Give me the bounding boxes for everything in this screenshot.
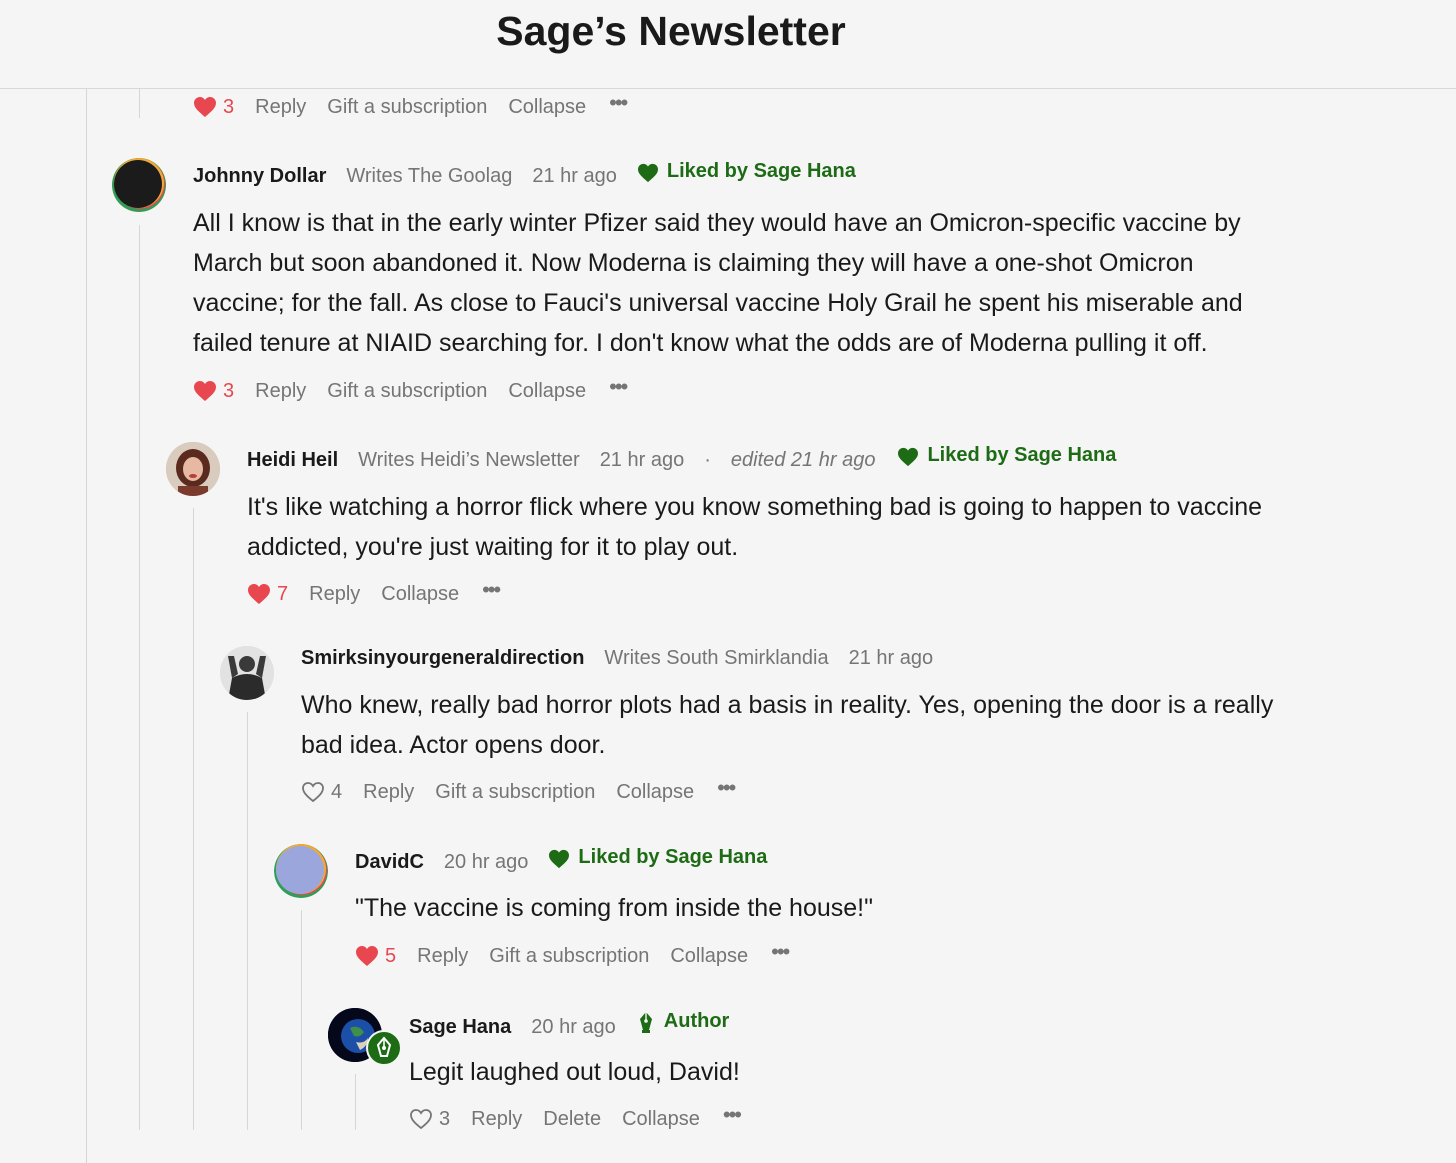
- liked-by-label: Liked by Sage Hana: [927, 444, 1117, 466]
- comment-time[interactable]: 20 hr ago: [531, 1016, 616, 1039]
- thread-line[interactable]: [86, 89, 87, 1163]
- liked-by-author-badge: Liked by Sage Hana: [548, 846, 767, 869]
- more-options-icon[interactable]: •••: [771, 941, 790, 963]
- comment-actions: 7 Reply Collapse •••: [247, 579, 501, 609]
- author-badge-label: Author: [663, 1009, 730, 1032]
- fountain-pen-icon: [639, 1012, 652, 1033]
- author-publication[interactable]: Writes The Goolag: [346, 165, 512, 188]
- like-count: 4: [331, 780, 343, 803]
- heart-filled-icon[interactable]: [355, 945, 379, 967]
- reply-button[interactable]: Reply: [255, 96, 306, 119]
- author-publication[interactable]: Writes Heidi’s Newsletter: [358, 449, 580, 472]
- like-count: 3: [223, 379, 235, 402]
- heart-green-icon: [898, 447, 919, 466]
- comment-meta: Sage Hana 20 hr ago Author: [409, 1009, 729, 1039]
- collapse-button[interactable]: Collapse: [508, 96, 586, 119]
- comment-actions: 3 Reply Delete Collapse •••: [409, 1104, 742, 1134]
- like-count: 7: [277, 582, 289, 605]
- more-options-icon[interactable]: •••: [609, 376, 628, 398]
- like-count: 3: [223, 95, 235, 118]
- liked-by-label: Liked by Sage Hana: [578, 846, 768, 868]
- author-name[interactable]: Sage Hana: [409, 1016, 511, 1039]
- collapse-button[interactable]: Collapse: [670, 945, 748, 968]
- comment-meta: Johnny Dollar Writes The Goolag 21 hr ag…: [193, 160, 856, 190]
- author-pen-badge: [366, 1030, 402, 1066]
- author-publication[interactable]: Writes South Smirklandia: [604, 647, 828, 670]
- more-options-icon[interactable]: •••: [723, 1104, 742, 1126]
- liked-by-author-badge: Liked by Sage Hana: [897, 444, 1116, 467]
- heart-filled-icon[interactable]: [193, 380, 217, 402]
- more-options-icon[interactable]: •••: [609, 92, 628, 114]
- comment-time[interactable]: 21 hr ago: [600, 449, 685, 472]
- like-count: 3: [439, 1107, 451, 1130]
- gift-subscription-button[interactable]: Gift a subscription: [327, 380, 487, 403]
- heart-outline-icon[interactable]: [301, 781, 325, 803]
- collapse-button[interactable]: Collapse: [616, 781, 694, 804]
- author-name[interactable]: Smirksinyourgeneraldirection: [301, 647, 584, 670]
- avatar[interactable]: [220, 646, 274, 700]
- author-badge: Author: [636, 1009, 730, 1033]
- comment-meta: Heidi Heil Writes Heidi’s Newsletter 21 …: [247, 444, 1116, 474]
- fountain-pen-icon: [376, 1036, 392, 1057]
- liked-by-label: Liked by Sage Hana: [666, 160, 856, 182]
- more-options-icon[interactable]: •••: [717, 777, 736, 799]
- thread-line[interactable]: [139, 89, 140, 118]
- comment-time[interactable]: 20 hr ago: [444, 851, 529, 874]
- gift-subscription-button[interactable]: Gift a subscription: [435, 781, 595, 804]
- delete-button[interactable]: Delete: [543, 1108, 601, 1131]
- comment-meta: DavidC 20 hr ago Liked by Sage Hana: [355, 846, 767, 876]
- like-count: 5: [385, 944, 397, 967]
- comment-body: It's like watching a horror flick where …: [247, 493, 1263, 561]
- thread-line[interactable]: [301, 910, 302, 1130]
- comment-actions: 4 Reply Gift a subscription Collapse •••: [301, 777, 736, 807]
- thread-line[interactable]: [247, 712, 248, 1130]
- reply-button[interactable]: Reply: [255, 380, 306, 403]
- comment-actions: 5 Reply Gift a subscription Collapse •••: [355, 941, 790, 971]
- separator-dot: ·: [704, 448, 711, 471]
- avatar[interactable]: [274, 844, 328, 898]
- reply-button[interactable]: Reply: [471, 1108, 522, 1131]
- comment-time[interactable]: 21 hr ago: [849, 647, 934, 670]
- author-name[interactable]: DavidC: [355, 851, 424, 874]
- comment-body: "The vaccine is coming from inside the h…: [355, 894, 873, 922]
- comment-actions: 3 Reply Gift a subscription Collapse •••: [193, 92, 628, 122]
- edited-time: edited 21 hr ago: [730, 448, 876, 471]
- newsletter-header: Sage’s Newsletter: [0, 0, 1456, 89]
- comment-body: All I know is that in the early winter P…: [193, 209, 1243, 357]
- collapse-button[interactable]: Collapse: [622, 1108, 700, 1131]
- heart-filled-icon[interactable]: [247, 583, 271, 605]
- heart-outline-icon[interactable]: [409, 1108, 433, 1130]
- gift-subscription-button[interactable]: Gift a subscription: [327, 96, 487, 119]
- heart-green-icon: [637, 163, 658, 182]
- reply-button[interactable]: Reply: [363, 781, 414, 804]
- heart-green-icon: [549, 849, 570, 868]
- avatar[interactable]: [166, 442, 220, 496]
- comment-time[interactable]: 21 hr ago: [532, 165, 617, 188]
- liked-by-author-badge: Liked by Sage Hana: [637, 160, 856, 183]
- author-name[interactable]: Johnny Dollar: [193, 165, 326, 188]
- reply-button[interactable]: Reply: [417, 945, 468, 968]
- heart-filled-icon[interactable]: [193, 96, 217, 118]
- reply-button[interactable]: Reply: [309, 583, 360, 606]
- comment-meta: Smirksinyourgeneraldirection Writes Sout…: [301, 647, 953, 677]
- comment-actions: 3 Reply Gift a subscription Collapse •••: [193, 376, 628, 406]
- avatar[interactable]: [112, 158, 166, 212]
- comment-body: Legit laughed out loud, David!: [409, 1058, 740, 1086]
- collapse-button[interactable]: Collapse: [508, 380, 586, 403]
- collapse-button[interactable]: Collapse: [381, 583, 459, 606]
- thread-line[interactable]: [193, 508, 194, 1130]
- thread-line[interactable]: [355, 1074, 356, 1130]
- author-name[interactable]: Heidi Heil: [247, 449, 338, 472]
- more-options-icon[interactable]: •••: [482, 579, 501, 601]
- thread-line[interactable]: [139, 225, 140, 1130]
- comment-body: Who knew, really bad horror plots had a …: [301, 691, 1274, 759]
- gift-subscription-button[interactable]: Gift a subscription: [489, 945, 649, 968]
- newsletter-title[interactable]: Sage’s Newsletter: [0, 8, 1342, 55]
